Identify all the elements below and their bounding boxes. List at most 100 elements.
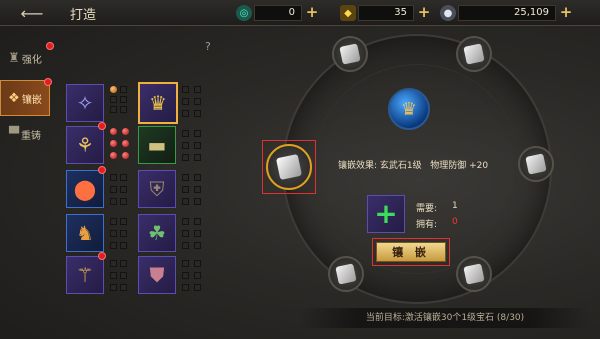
currency-gold: ◆ 35 + [340,4,431,22]
top-bar: ⟵ 打造 ◎ 0 + ◆ 35 + ● 25,109 + [0,0,600,26]
gem-socket-empty [182,218,189,225]
gem-cube-icon [525,153,547,175]
gem-socket-empty [182,230,189,237]
gem-socket-empty [120,198,127,205]
inlay-button[interactable]: 镶 嵌 [376,242,446,262]
equip-slot-shoulder[interactable]: ☘ [138,214,176,252]
gem-socket-filled [122,128,129,135]
helmet-item-icon: ♛ [149,91,167,115]
add-jade-button[interactable]: + [305,5,319,20]
notification-dot [98,122,106,130]
add-material-icon: + [374,197,398,230]
gem-socket-empty [110,96,117,103]
gem-socket-bottom-left[interactable] [328,256,364,292]
gem-cube-icon [463,43,485,65]
armor-icon: ⛨ [149,177,165,201]
equip-slot-chest[interactable]: ⛊ [138,256,176,294]
notification-dot [44,78,52,86]
effect-stone: 玄武石1级 [379,161,422,171]
gem-socket-empty [120,218,127,225]
tab-strengthen-label: 强化 [21,54,42,66]
gem-socket-empty [120,106,127,113]
gem-socket-selected[interactable] [262,140,316,194]
equip-slot-necklace[interactable]: ✧ [66,84,104,122]
gem-socket-right[interactable] [518,146,554,182]
gem-socket-empty [110,174,117,181]
add-silver-button[interactable]: + [559,5,573,20]
helmet-item-icon: ♛ [400,98,418,120]
beast-shoulder-icon: ☘ [148,221,166,245]
gem-cube-icon [463,263,485,285]
gem-socket-top-right[interactable] [456,36,492,72]
notification-dot [98,252,106,260]
gem-socket-filled [110,152,117,159]
gem-socket-empty [182,174,189,181]
effect-value: +20 [469,161,489,171]
notification-dot [46,42,54,50]
gem-socket-empty [182,272,189,279]
gem-socket-empty [194,218,201,225]
equip-slot-boots[interactable]: ♞ [66,214,104,252]
gem-socket-empty [120,86,127,93]
back-button[interactable]: ⟵ [4,2,60,24]
gem-socket-empty [194,174,201,181]
gem-socket-top-left[interactable] [332,36,368,72]
gem-socket-empty [182,98,189,105]
equip-slot-ring[interactable]: ⬤ [66,170,104,208]
chest-armor-icon: ⛊ [149,263,165,287]
charm-icon: ⚚ [76,263,94,287]
gem-socket-empty [194,284,201,291]
gem-socket-empty [194,186,201,193]
jade-amount: 0 [254,5,302,21]
gem-socket-empty [120,174,127,181]
gem-socket-filled [110,86,117,93]
page-title: 打造 [70,8,97,23]
gem-socket-empty [182,142,189,149]
gem-socket-empty [110,186,117,193]
gem-socket-empty [194,110,201,117]
tab-inlay[interactable]: ❖ 镶嵌 [0,80,50,116]
gem-socket-empty [110,218,117,225]
inlay-effect-text: 镶嵌效果: 玄武石1级 物理防御 +20 [338,158,488,171]
gem-socket-empty [120,242,127,249]
gem-cube-icon [275,153,303,181]
gem-socket-empty [120,284,127,291]
gem-socket-empty [194,272,201,279]
anvil-icon: ▀ [9,126,19,142]
gem-socket-empty [194,198,201,205]
gem-socket-empty [120,272,127,279]
gem-socket-empty [182,130,189,137]
gem-socket-empty [194,154,201,161]
help-icon[interactable]: ? [205,40,211,53]
gold-ingot-icon: ◆ [340,5,356,21]
currency-jade: ◎ 0 + [236,4,319,22]
material-slot[interactable]: + [367,195,405,233]
gem-socket-bottom-right[interactable] [456,256,492,292]
inlay-button-highlight: 镶 嵌 [372,238,450,266]
gem-socket-empty [110,198,117,205]
boots-icon: ♞ [76,221,94,245]
back-arrow-icon: ⟵ [20,3,44,23]
silver-amount: 25,109 [458,5,556,21]
equip-slot-belt[interactable]: ▬ [138,126,176,164]
gem-socket-empty [110,230,117,237]
gem-socket-empty [194,242,201,249]
silver-coin-icon: ● [440,5,456,21]
equip-slot-charm[interactable]: ⚚ [66,256,104,294]
gem-socket-empty [194,130,201,137]
add-gold-button[interactable]: + [417,5,431,20]
equip-slot-helmet[interactable]: ♛ [138,82,178,124]
ring-icon: ⬤ [73,177,97,201]
necklace-icon: ✧ [76,91,94,115]
gem-socket-empty [182,242,189,249]
equip-slot-armor[interactable]: ⛨ [138,170,176,208]
gem-tray-icon: ❖ [8,90,20,106]
gem-socket-empty [110,272,117,279]
gem-socket-empty [182,110,189,117]
tab-strengthen[interactable]: ♜ 强化 [0,40,50,76]
gem-socket-empty [182,186,189,193]
equip-slot-bracer[interactable]: ⚘ [66,126,104,164]
gem-socket-empty [120,230,127,237]
goal-text: 当前目标:激活镶嵌30个1级宝石 [365,313,495,323]
tab-reforge[interactable]: ▀ 重铸 [0,116,50,152]
